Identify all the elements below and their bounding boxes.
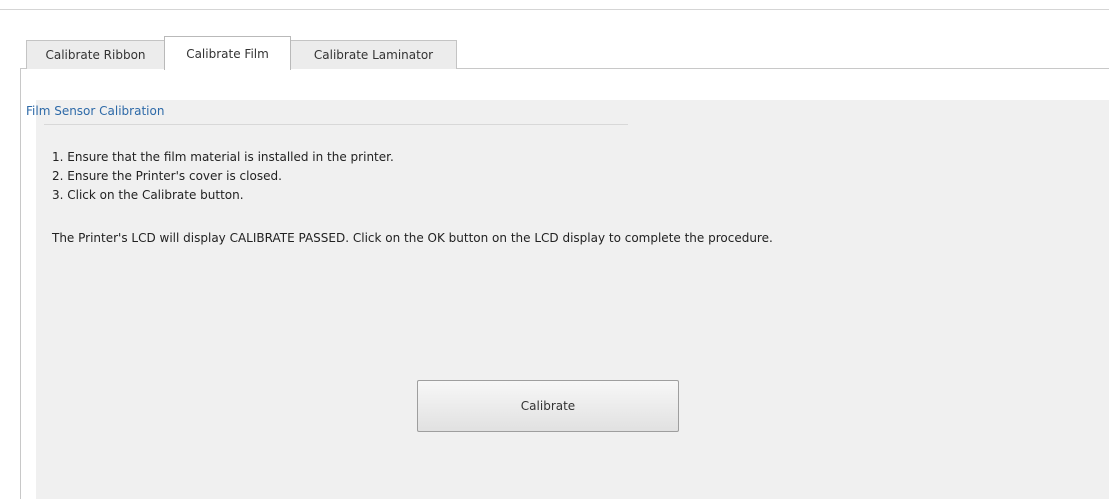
calibrate-button[interactable]: Calibrate (417, 380, 679, 432)
instruction-step: 1. Ensure that the film material is inst… (52, 150, 394, 164)
instruction-step: 2. Ensure the Printer's cover is closed. (52, 169, 282, 183)
section-divider (44, 124, 628, 125)
tab-calibrate-ribbon[interactable]: Calibrate Ribbon (26, 40, 165, 69)
tab-calibrate-ribbon-label: Calibrate Ribbon (45, 48, 146, 62)
instruction-list: 1. Ensure that the film material is inst… (52, 148, 394, 205)
lcd-note: The Printer's LCD will display CALIBRATE… (52, 231, 773, 245)
tab-calibrate-film-label: Calibrate Film (186, 46, 269, 61)
top-divider (0, 9, 1109, 10)
instruction-step: 3. Click on the Calibrate button. (52, 188, 244, 202)
tab-calibrate-laminator[interactable]: Calibrate Laminator (290, 40, 457, 69)
calibration-tab-strip: Calibrate Ribbon Calibrate Film Calibrat… (26, 36, 457, 70)
tab-calibrate-film[interactable]: Calibrate Film (164, 36, 291, 70)
tab-calibrate-laminator-label: Calibrate Laminator (313, 48, 434, 62)
section-title: Film Sensor Calibration (26, 104, 165, 118)
